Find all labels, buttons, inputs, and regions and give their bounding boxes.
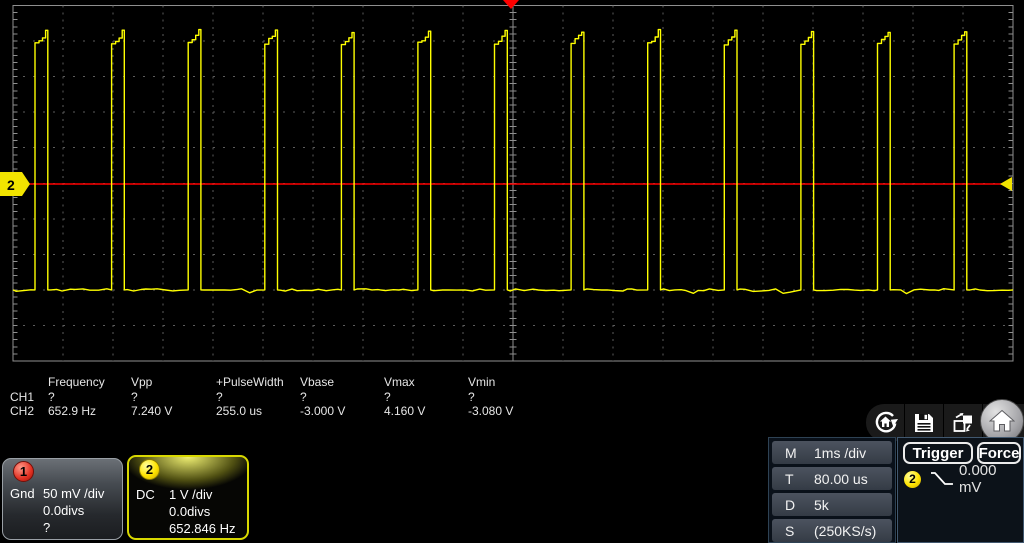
meas-value: ?: [131, 390, 138, 404]
meas-value: ?: [384, 390, 391, 404]
ch1-scale: 50 mV /div: [43, 486, 104, 501]
meas-value: 255.0 us: [216, 404, 262, 418]
meas-header: Vmin: [468, 375, 495, 389]
ch2-coupling: DC: [136, 487, 155, 502]
trigger-source-badge: 2: [904, 471, 921, 488]
meas-header: +PulseWidth: [216, 375, 284, 389]
ch1-settings-box[interactable]: 1 Gnd 50 mV /div 0.0divs ?: [2, 458, 123, 540]
force-label: Force: [979, 445, 1020, 462]
timebase-row-m: M 1ms /div: [772, 441, 892, 464]
ch1-coupling: Gnd: [10, 486, 35, 501]
ch2-settings-box[interactable]: 2 DC 1 V /div 0.0divs 652.846 Hz: [127, 455, 249, 540]
timebase-key: S: [772, 523, 814, 539]
save-icon: [912, 411, 936, 435]
trigger-level-arrow[interactable]: [1000, 177, 1012, 191]
trigger-level-value: 0.000 mV: [959, 462, 1023, 496]
meas-value: ?: [216, 390, 223, 404]
meas-header: Vmax: [384, 375, 415, 389]
sample-rate: (250KS/s): [814, 523, 876, 539]
autoset-icon: [872, 409, 899, 436]
meas-value: 7.240 V: [131, 404, 172, 418]
timebase-key: T: [772, 471, 814, 487]
trigger-position-marker[interactable]: [503, 0, 519, 9]
channel-label: CH2: [10, 404, 34, 418]
home-icon: [989, 409, 1015, 433]
trigger-menu-label: Trigger: [913, 445, 964, 462]
measurement-header-row: Frequency Vpp +PulseWidth Vbase Vmax Vmi…: [0, 375, 600, 389]
timebase-row-s: S (250KS/s): [772, 519, 892, 542]
meas-value: -3.080 V: [468, 404, 513, 418]
save-button[interactable]: [905, 404, 944, 441]
timebase-panel[interactable]: M 1ms /div T 80.00 us D 5k S (250KS/s): [768, 437, 896, 543]
falling-edge-icon: [927, 470, 957, 488]
trigger-panel: Trigger Force 2 0.000 mV: [897, 437, 1024, 543]
timebase-offset: 80.00 us: [814, 471, 868, 487]
meas-value: ?: [468, 390, 475, 404]
ch2-frequency: 652.846 Hz: [169, 521, 236, 536]
meas-value: 652.9 Hz: [48, 404, 96, 418]
ch1-badge: 1: [13, 461, 34, 482]
waveform-display: 2: [0, 0, 1024, 372]
timebase-key: D: [772, 497, 814, 513]
copy-screen-icon: [950, 410, 976, 435]
trigger-status-row: 2 0.000 mV: [904, 469, 1023, 489]
meas-header: Vpp: [131, 375, 152, 389]
meas-header: Frequency: [48, 375, 105, 389]
autoset-button[interactable]: [866, 404, 905, 441]
meas-value: ?: [300, 390, 307, 404]
record-depth: 5k: [814, 497, 829, 513]
timebase-row-t: T 80.00 us: [772, 467, 892, 490]
oscilloscope-screen: 2 Frequency Vpp +PulseWidth Vbase Vmax V…: [0, 0, 1024, 543]
ch2-scale: 1 V /div: [169, 487, 212, 502]
ch2-position-tag-label: 2: [7, 177, 15, 193]
meas-value: -3.000 V: [300, 404, 345, 418]
ch2-badge: 2: [139, 459, 160, 480]
meas-header: Vbase: [300, 375, 334, 389]
force-trigger-button[interactable]: Force: [977, 442, 1021, 464]
timebase-row-d: D 5k: [772, 493, 892, 516]
meas-value: 4.160 V: [384, 404, 425, 418]
ch2-position-tag[interactable]: 2: [0, 172, 30, 196]
timebase-key: M: [772, 445, 814, 461]
trigger-menu-button[interactable]: Trigger: [903, 442, 973, 464]
timebase-main: 1ms /div: [814, 445, 866, 461]
measurement-table: Frequency Vpp +PulseWidth Vbase Vmax Vmi…: [0, 371, 600, 429]
meas-value: ?: [48, 390, 55, 404]
ch2-offset: 0.0divs: [169, 504, 210, 519]
ch1-offset: 0.0divs: [43, 503, 84, 518]
copy-screen-button[interactable]: [944, 404, 983, 441]
channel-label: CH1: [10, 390, 34, 404]
ch1-frequency: ?: [43, 520, 50, 535]
ch1-measurement-row: CH1 ? ? ? ? ? ?: [0, 390, 600, 404]
ch2-measurement-row: CH2 652.9 Hz 7.240 V 255.0 us -3.000 V 4…: [0, 404, 600, 418]
